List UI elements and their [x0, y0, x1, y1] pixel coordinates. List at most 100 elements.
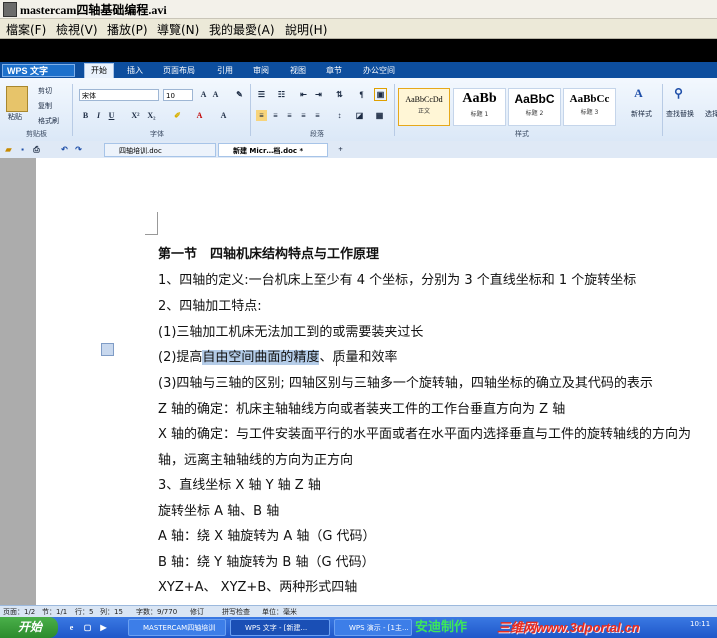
- align-left-icon[interactable]: ≡: [256, 110, 267, 121]
- numbering-icon[interactable]: ☷: [276, 89, 287, 100]
- group-styles: 样式: [515, 130, 529, 138]
- doc-line: 2、四轴加工特点:: [158, 299, 262, 314]
- status-col: 列：15: [100, 608, 123, 616]
- doc-line: B 轴：绕 Y 轴旋转为 B 轴（G 代码）: [158, 555, 375, 570]
- print-icon[interactable]: ⎙: [31, 144, 42, 155]
- highlight-icon[interactable]: ✐: [172, 110, 183, 121]
- film-icon: [3, 2, 17, 17]
- underline-icon[interactable]: U: [106, 110, 117, 121]
- paste-icon[interactable]: [6, 86, 28, 112]
- distribute-icon[interactable]: ≡: [312, 110, 323, 121]
- status-page: 页面：1/2: [3, 608, 36, 616]
- doc-line: 轴，远离主轴轴线的方向为正方向: [158, 453, 354, 468]
- undo-icon[interactable]: ↶: [59, 144, 70, 155]
- new-tab-plus-icon[interactable]: +: [335, 144, 346, 155]
- tab-home[interactable]: 开始: [84, 63, 114, 79]
- quicklaunch-browser-icon[interactable]: e: [66, 622, 77, 633]
- outdent-icon[interactable]: ⇤: [298, 89, 309, 100]
- tab-references[interactable]: 引用: [217, 64, 233, 78]
- format-painter-button[interactable]: 格式刷: [38, 116, 59, 126]
- doc-line: XYZ+A、 XYZ+B、两种形式四轴: [158, 580, 358, 595]
- sort-icon[interactable]: ⇅: [334, 89, 345, 100]
- player-menu-bar: 檔案(F) 檢視(V) 播放(P) 導覽(N) 我的最愛(A) 說明(H): [0, 19, 717, 39]
- text-selection: 自由空间曲面的精度: [202, 350, 320, 365]
- status-word-count[interactable]: 字数：9/770: [136, 607, 177, 617]
- group-paragraph: 段落: [310, 130, 324, 138]
- menu-play[interactable]: 播放(P): [107, 21, 148, 38]
- font-color-icon[interactable]: A: [194, 110, 205, 121]
- indent-icon[interactable]: ⇥: [313, 89, 324, 100]
- copy-button[interactable]: 复制: [38, 101, 52, 111]
- divider: [662, 84, 663, 136]
- quicklaunch-desktop-icon[interactable]: ▢: [82, 622, 93, 633]
- status-revise[interactable]: 修订: [190, 607, 204, 617]
- site-watermark: 三维网www.3dportal.cn: [497, 620, 640, 635]
- subscript-icon[interactable]: X₂: [146, 110, 157, 121]
- italic-icon[interactable]: I: [93, 110, 104, 121]
- select-button[interactable]: 选择: [705, 109, 717, 119]
- cut-button[interactable]: 剪切: [38, 86, 52, 96]
- doc-line: Z 轴的确定：机床主轴轴线方向或者装夹工件的工作台垂直方向为 Z 轴: [158, 402, 566, 417]
- justify-icon[interactable]: ≡: [298, 110, 309, 121]
- clear-format-icon[interactable]: ✎: [234, 89, 245, 100]
- line-spacing-icon[interactable]: ↕: [334, 110, 345, 121]
- font-size-select[interactable]: 10: [163, 89, 193, 101]
- superscript-icon[interactable]: X²: [130, 110, 141, 121]
- paste-label: 粘贴: [8, 113, 22, 121]
- divider: [72, 84, 73, 136]
- font-name-select[interactable]: 宋体: [79, 89, 159, 101]
- tab-view[interactable]: 视图: [290, 64, 306, 78]
- doc-tab-new[interactable]: 新建 Micr…档.doc *: [218, 143, 328, 157]
- menu-favorites[interactable]: 我的最愛(A): [209, 21, 275, 38]
- bullets-icon[interactable]: ☰: [256, 89, 267, 100]
- show-marks-icon[interactable]: ¶: [356, 89, 367, 100]
- new-style-icon[interactable]: A: [633, 87, 644, 99]
- doc-heading: 第一节 四轴机床结构特点与工作原理: [158, 247, 380, 262]
- style-heading-3[interactable]: AaBbCc 标题 3: [563, 88, 616, 126]
- doc-tab-training[interactable]: 四轴培训.doc: [104, 143, 216, 157]
- save-icon[interactable]: ▪: [17, 144, 28, 155]
- open-folder-icon[interactable]: ▰: [3, 144, 14, 155]
- paragraph-marker-icon: [101, 343, 114, 356]
- borders-icon[interactable]: ▦: [374, 110, 385, 121]
- status-spell-check[interactable]: 拼写检查: [222, 607, 250, 617]
- quicklaunch-media-icon[interactable]: ▶: [98, 622, 109, 633]
- margin-corner-mark: [145, 212, 158, 235]
- tab-insert[interactable]: 插入: [127, 64, 143, 78]
- find-replace-icon[interactable]: ⚲: [673, 87, 684, 99]
- find-replace-button[interactable]: 查找替换: [666, 109, 694, 119]
- border-toggle-icon[interactable]: ▣: [374, 88, 387, 101]
- redo-icon[interactable]: ↷: [73, 144, 84, 155]
- taskbar-item-wps-writer[interactable]: WPS 文字 - [新建...: [230, 619, 330, 636]
- line-prefix: (2)提高: [158, 350, 203, 365]
- shrink-font-icon[interactable]: A: [210, 89, 221, 100]
- player-title-bar: mastercam四轴基础编程.avi: [0, 0, 717, 19]
- start-button[interactable]: 开始: [0, 617, 58, 638]
- menu-view[interactable]: 檢視(V): [56, 21, 98, 38]
- char-shading-icon[interactable]: A: [218, 110, 229, 121]
- wps-app-button[interactable]: WPS 文字: [2, 64, 75, 77]
- shading-icon[interactable]: ◪: [354, 110, 365, 121]
- status-unit: 单位：毫米: [262, 608, 297, 616]
- group-clipboard: 剪贴板: [26, 130, 47, 138]
- bold-icon[interactable]: B: [80, 110, 91, 121]
- taskbar-item-wps-presentation[interactable]: WPS 演示 - [1主...: [334, 619, 412, 636]
- tab-page-layout[interactable]: 页面布局: [163, 64, 195, 78]
- group-font: 字体: [150, 130, 164, 138]
- line-suffix: 、质量和效率: [319, 350, 398, 365]
- style-normal[interactable]: AaBbCcDd 正文: [398, 88, 450, 126]
- style-heading-2[interactable]: AaBbC 标题 2: [508, 88, 561, 126]
- style-heading-1[interactable]: AaBb 标题 1: [453, 88, 506, 126]
- align-right-icon[interactable]: ≡: [284, 110, 295, 121]
- menu-help[interactable]: 說明(H): [285, 21, 327, 38]
- taskbar-item-mastercam[interactable]: MASTERCAM四轴培训: [128, 619, 226, 636]
- align-center-icon[interactable]: ≡: [270, 110, 281, 121]
- new-style-button[interactable]: 新样式: [631, 109, 652, 119]
- tab-review[interactable]: 审阅: [253, 64, 269, 78]
- divider: [394, 84, 395, 136]
- menu-navigate[interactable]: 導覽(N): [157, 21, 199, 38]
- menu-file[interactable]: 檔案(F): [6, 21, 46, 38]
- grow-font-icon[interactable]: A: [198, 89, 209, 100]
- tab-office-space[interactable]: 办公空间: [363, 64, 395, 78]
- tab-chapter[interactable]: 章节: [326, 64, 342, 78]
